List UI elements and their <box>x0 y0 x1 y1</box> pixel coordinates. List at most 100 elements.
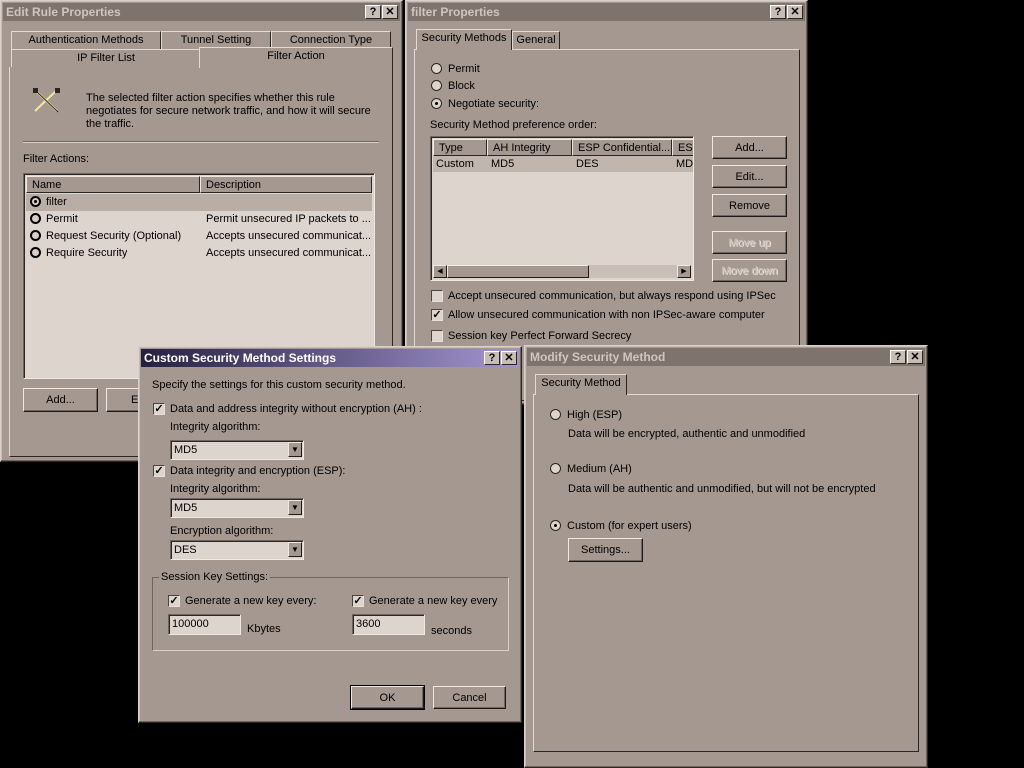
close-button[interactable]: ✕ <box>907 350 923 364</box>
ah-checkbox[interactable]: ✓ <box>153 403 165 415</box>
close-button[interactable]: ✕ <box>787 5 803 19</box>
column-header-type[interactable]: Type <box>433 139 487 156</box>
perfect-forward-secrecy-label: Session key Perfect Forward Secrecy <box>448 330 632 342</box>
generate-seconds-label: Generate a new key every <box>369 595 498 607</box>
permit-radio[interactable] <box>431 63 442 74</box>
medium-ah-radio[interactable] <box>550 463 561 474</box>
esp-integrity-select[interactable]: MD5 ▼ <box>170 498 304 518</box>
remove-method-button[interactable]: Remove <box>712 194 787 217</box>
cell-es: MD <box>676 158 694 170</box>
custom-radio[interactable] <box>550 520 561 531</box>
radio-button[interactable] <box>30 230 41 241</box>
add-method-button[interactable]: Add... <box>712 136 787 159</box>
chevron-down-icon[interactable]: ▼ <box>288 500 302 515</box>
chevron-down-icon[interactable]: ▼ <box>288 442 302 457</box>
add-filter-action-button[interactable]: Add... <box>23 388 98 412</box>
kbytes-unit: Kbytes <box>247 623 281 635</box>
generate-seconds-checkbox[interactable]: ✓ <box>352 595 364 607</box>
block-radio[interactable] <box>431 80 442 91</box>
encryption-value: DES <box>174 544 197 556</box>
modify-security-method-window: Modify Security Method ? ✕ Security Meth… <box>524 345 928 768</box>
table-row[interactable]: Custom MD5 DES MD <box>433 156 694 172</box>
radio-button[interactable] <box>30 213 41 224</box>
tab-authentication-methods[interactable]: Authentication Methods <box>11 31 161 49</box>
scroll-right-icon[interactable]: ▶ <box>677 265 691 278</box>
close-button[interactable]: ✕ <box>382 5 398 19</box>
move-up-button[interactable]: Move up <box>712 231 787 254</box>
seconds-value: 3600 <box>356 618 381 630</box>
column-header-esp-confidentiality[interactable]: ESP Confidential... <box>572 139 672 156</box>
allow-unsecured-checkbox[interactable]: ✓ <box>431 309 443 321</box>
column-header-ah-integrity[interactable]: AH Integrity <box>487 139 572 156</box>
esp-integrity-label: Integrity algorithm: <box>170 483 261 495</box>
kbytes-input[interactable]: 100000 <box>168 614 241 635</box>
tab-security-methods[interactable]: Security Methods <box>416 29 512 50</box>
tab-filter-action[interactable]: Filter Action <box>199 47 393 68</box>
preference-order-label: Security Method preference order: <box>430 119 597 131</box>
list-item-description: Accepts unsecured communicat... <box>206 247 372 259</box>
list-item-name: Require Security <box>46 247 128 259</box>
ok-button[interactable]: OK <box>350 685 425 710</box>
cancel-button[interactable]: Cancel <box>433 686 506 709</box>
window-title: filter Properties <box>411 5 500 19</box>
filter-properties-title-bar[interactable]: filter Properties ? ✕ <box>408 3 805 21</box>
separator <box>23 141 379 143</box>
custom-security-method-window: Custom Security Method Settings ? ✕ Spec… <box>138 346 522 723</box>
column-header-name[interactable]: Name <box>26 176 200 193</box>
modify-method-title-bar[interactable]: Modify Security Method ? ✕ <box>527 348 925 366</box>
ah-integrity-select[interactable]: MD5 ▼ <box>170 440 304 460</box>
column-header-description[interactable]: Description <box>200 176 372 193</box>
horizontal-scrollbar[interactable]: ◀ ▶ <box>433 265 691 278</box>
list-item[interactable]: Request Security (Optional) Accepts unse… <box>26 228 372 245</box>
generate-kbytes-checkbox[interactable]: ✓ <box>168 595 180 607</box>
esp-label: Data integrity and encryption (ESP): <box>170 465 346 477</box>
move-down-button[interactable]: Move down <box>712 259 787 282</box>
edit-rule-title-bar[interactable]: Edit Rule Properties ? ✕ <box>3 3 400 21</box>
generate-kbytes-label: Generate a new key every: <box>185 595 317 607</box>
cell-ah-integrity: MD5 <box>491 158 515 170</box>
seconds-unit: seconds <box>431 625 472 637</box>
window-title: Edit Rule Properties <box>6 5 121 19</box>
list-item[interactable]: filter <box>26 194 372 211</box>
chevron-down-icon[interactable]: ▼ <box>288 542 302 557</box>
help-button[interactable]: ? <box>890 350 906 364</box>
tab-ip-filter-list[interactable]: IP Filter List <box>11 49 201 67</box>
block-label: Block <box>448 80 475 92</box>
medium-ah-description: Data will be authentic and unmodified, b… <box>568 483 876 495</box>
list-item-description: Accepts unsecured communicat... <box>206 230 372 242</box>
security-methods-list[interactable]: Type AH Integrity ESP Confidential... ES… <box>430 136 694 281</box>
perfect-forward-secrecy-checkbox[interactable] <box>431 330 443 342</box>
radio-button[interactable] <box>30 247 41 258</box>
scroll-left-icon[interactable]: ◀ <box>433 265 447 278</box>
medium-ah-label: Medium (AH) <box>567 463 632 475</box>
close-button[interactable]: ✕ <box>501 351 517 365</box>
kbytes-value: 100000 <box>172 618 209 630</box>
radio-button[interactable] <box>30 196 41 207</box>
tab-general[interactable]: General <box>512 31 560 49</box>
help-button[interactable]: ? <box>365 5 381 19</box>
list-item[interactable]: Permit Permit unsecured IP packets to ..… <box>26 211 372 228</box>
window-title: Custom Security Method Settings <box>144 351 337 365</box>
encryption-select[interactable]: DES ▼ <box>170 540 304 560</box>
ah-label: Data and address integrity without encry… <box>170 403 422 415</box>
ah-integrity-label: Integrity algorithm: <box>170 421 261 433</box>
help-button[interactable]: ? <box>770 5 786 19</box>
list-item[interactable]: Require Security Accepts unsecured commu… <box>26 245 372 262</box>
accept-unsecured-checkbox[interactable] <box>431 290 443 302</box>
esp-checkbox[interactable]: ✓ <box>153 465 165 477</box>
list-item-name: Request Security (Optional) <box>46 230 182 242</box>
high-esp-description: Data will be encrypted, authentic and un… <box>568 428 806 440</box>
help-button[interactable]: ? <box>484 351 500 365</box>
tab-security-method[interactable]: Security Method <box>535 374 627 395</box>
edit-method-button[interactable]: Edit... <box>712 165 787 188</box>
column-header-es[interactable]: ES <box>672 139 693 156</box>
session-key-label: Session Key Settings: <box>159 571 271 583</box>
esp-integrity-value: MD5 <box>174 502 198 514</box>
seconds-input[interactable]: 3600 <box>352 614 425 635</box>
high-esp-radio[interactable] <box>550 409 561 420</box>
settings-button[interactable]: Settings... <box>568 538 643 562</box>
custom-settings-title-bar[interactable]: Custom Security Method Settings ? ✕ <box>141 349 519 367</box>
high-esp-label: High (ESP) <box>567 409 623 421</box>
scrollbar-thumb[interactable] <box>447 265 589 278</box>
negotiate-security-radio[interactable] <box>431 98 442 109</box>
